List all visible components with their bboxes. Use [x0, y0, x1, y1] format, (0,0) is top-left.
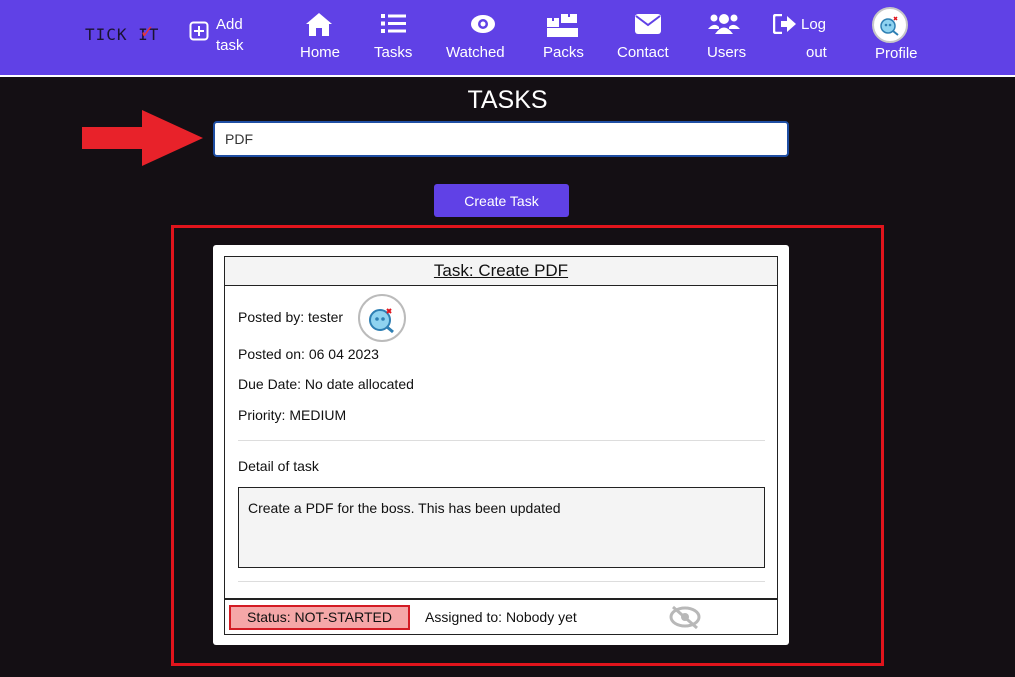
divider: [238, 581, 765, 582]
due-date: Due Date: No date allocated: [238, 376, 414, 392]
create-task-button[interactable]: Create Task: [434, 184, 569, 217]
status-badge: Status: NOT-STARTED: [229, 605, 410, 630]
nav-packs-label: Packs: [543, 44, 584, 61]
contact-envelope-icon: [635, 14, 661, 34]
nav-profile-label: Profile: [875, 45, 918, 62]
nav-add-task-label-1: Add: [216, 16, 243, 33]
assigned-to: Assigned to: Nobody yet: [425, 609, 577, 625]
task-card-footer: Status: NOT-STARTED Assigned to: Nobody …: [225, 598, 777, 634]
task-title[interactable]: Task: Create PDF: [225, 257, 777, 286]
nav-contact-label: Contact: [617, 44, 669, 61]
watched-eye-icon: [471, 15, 495, 33]
nav-watched-label: Watched: [446, 44, 505, 61]
nav-tasks[interactable]: Tasks: [372, 0, 414, 75]
tasks-list-icon: [381, 14, 406, 33]
posted-on: Posted on: 06 04 2023: [238, 346, 379, 362]
nav-home[interactable]: Home: [296, 0, 342, 75]
nav-watched[interactable]: Watched: [445, 0, 505, 75]
task-card: Task: Create PDF Posted by: tester Poste…: [213, 245, 789, 645]
nav-users[interactable]: Users: [705, 0, 749, 75]
nav-logout[interactable]: Log out: [773, 0, 829, 75]
brand-logo[interactable]: TICK IT ✓: [85, 19, 159, 44]
nav-logout-label-2: out: [806, 44, 827, 61]
home-icon: [306, 13, 332, 36]
task-detail-text: Create a PDF for the boss. This has been…: [238, 487, 765, 568]
navbar: TICK IT ✓ Add task Home Tasks Watched Pa…: [0, 0, 1015, 77]
nav-add-task-label-2: task: [216, 37, 244, 54]
task-card-inner: Task: Create PDF Posted by: tester Poste…: [224, 256, 778, 635]
divider: [238, 440, 765, 441]
nav-profile[interactable]: Profile: [872, 0, 918, 75]
profile-avatar-icon: [872, 7, 908, 43]
task-search-input[interactable]: [213, 121, 789, 157]
users-icon: [708, 14, 740, 34]
nav-logout-label-1: Log: [801, 16, 827, 33]
nav-users-label: Users: [707, 44, 747, 61]
nav-add-task[interactable]: Add task: [188, 0, 258, 75]
nav-contact[interactable]: Contact: [616, 0, 669, 75]
posted-by: Posted by: tester: [238, 309, 344, 325]
packs-icon: [547, 14, 578, 37]
logout-icon: [773, 14, 796, 34]
nav-tasks-label: Tasks: [374, 44, 413, 61]
detail-label: Detail of task: [238, 458, 319, 474]
add-task-icon: [189, 21, 209, 41]
poster-avatar-icon: [369, 308, 394, 334]
poster-avatar[interactable]: [358, 294, 406, 342]
arrow-right-icon: [82, 110, 203, 166]
nav-home-label: Home: [300, 44, 341, 61]
nav-packs[interactable]: Packs: [540, 0, 586, 75]
priority: Priority: MEDIUM: [238, 407, 347, 423]
eye-slash-icon[interactable]: [669, 605, 701, 629]
check-icon: ✓: [141, 19, 155, 43]
